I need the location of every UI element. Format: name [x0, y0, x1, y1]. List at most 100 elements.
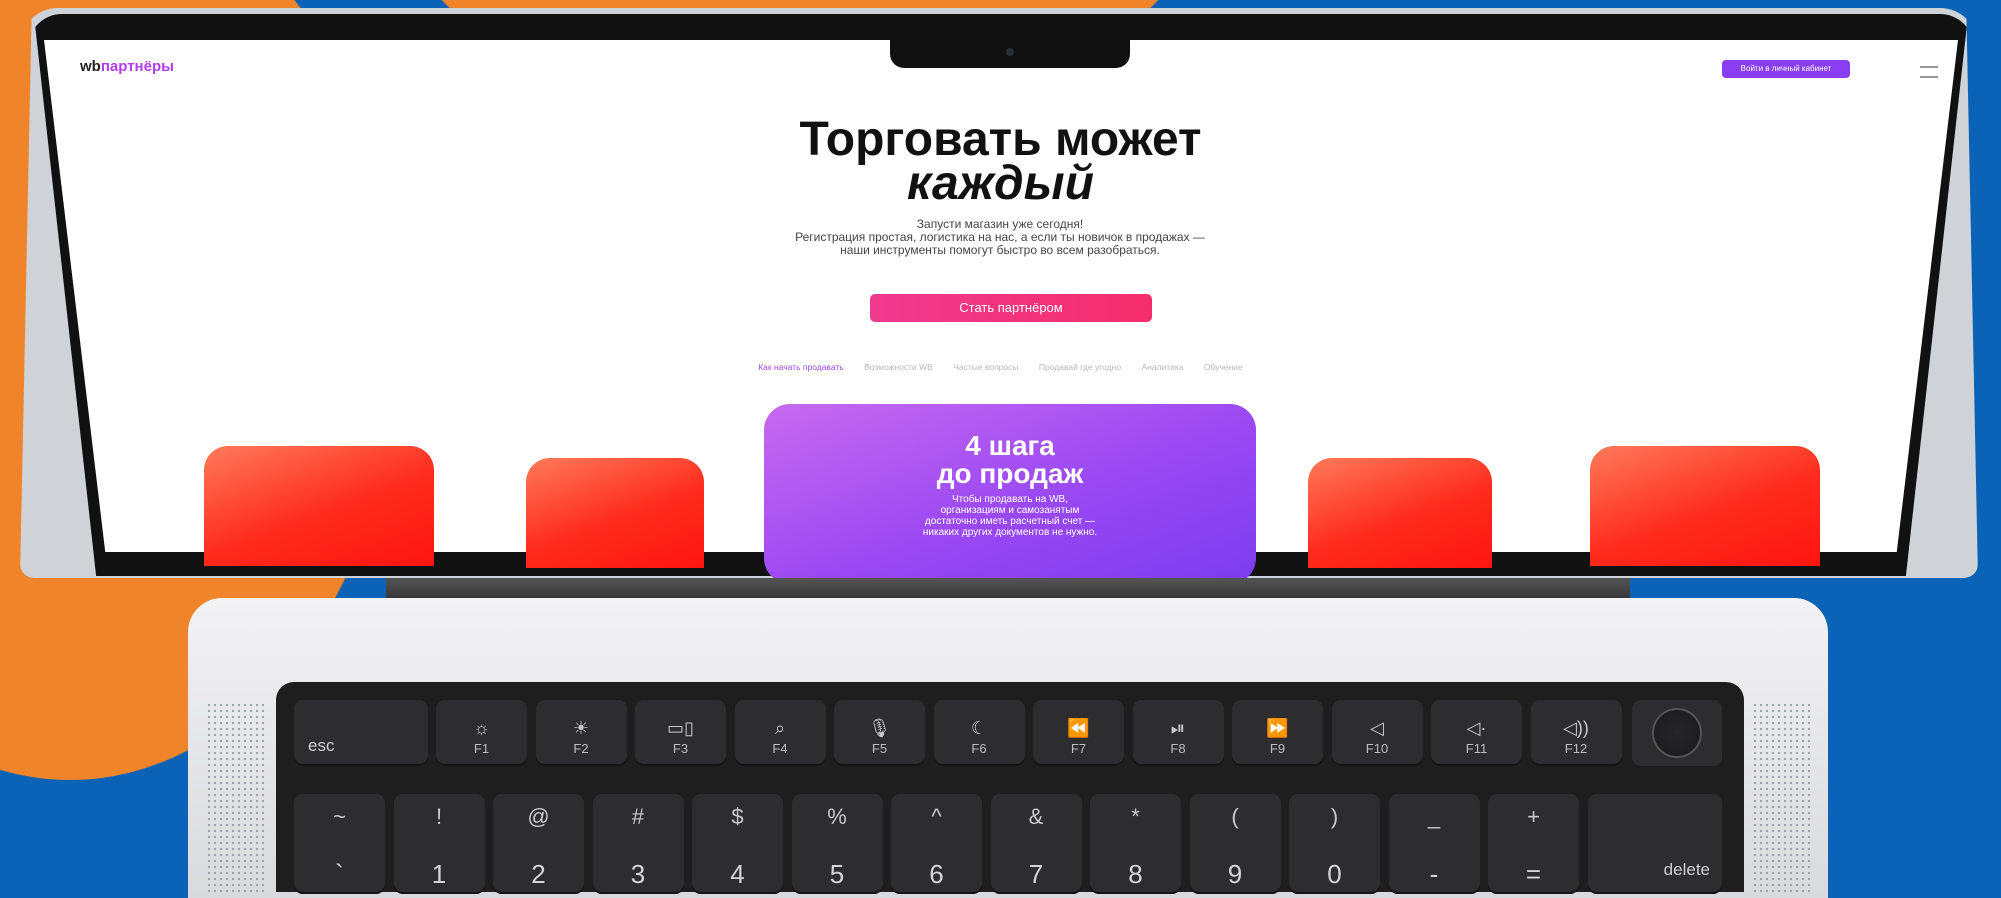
key-row-5[interactable]: % 5 — [791, 794, 883, 894]
speaker-grille-right — [1752, 702, 1810, 892]
key-bottom-symbol: - — [1429, 859, 1439, 889]
key-f10[interactable]: ◁ F10 — [1331, 700, 1423, 766]
key-f8-label: F8 — [1170, 741, 1186, 756]
key-f2-label: F2 — [573, 741, 589, 756]
touch-id-button[interactable] — [1632, 700, 1722, 766]
tab-wb-features[interactable]: Возможности WB — [864, 362, 933, 372]
tab-how-to-start[interactable]: Как начать продавать — [758, 362, 844, 372]
key-row-4[interactable]: $4 — [692, 794, 783, 894]
menu-icon[interactable] — [1920, 66, 1938, 78]
key-row-3[interactable]: #3 — [592, 794, 684, 894]
key-top-symbol: $ — [731, 804, 744, 829]
key-bottom-symbol: 7 — [1028, 859, 1044, 889]
tab-faq[interactable]: Частые вопросы — [953, 362, 1018, 372]
play-pause-icon: ⏯ — [1170, 718, 1186, 738]
key-bottom-symbol: 3 — [630, 859, 646, 889]
rewind-icon: ⏪ — [1067, 718, 1090, 738]
key-f11-label: F11 — [1465, 741, 1488, 756]
key-f10-label: F10 — [1365, 741, 1389, 756]
mute-icon: ◁ — [1370, 718, 1384, 738]
key-bottom-symbol: 4 — [730, 859, 745, 889]
become-partner-button[interactable]: Стать партнёром — [870, 294, 1152, 322]
logo-suffix: партнёры — [100, 58, 174, 75]
key-row-6[interactable]: ^ 6 — [891, 794, 982, 894]
steps-card-title-line1: 4 шага — [965, 430, 1055, 461]
key-f6[interactable]: ☾ F6 — [933, 700, 1025, 766]
red-tile-1 — [204, 446, 434, 566]
key-bottom-symbol: 8 — [1128, 859, 1143, 889]
key-bottom-symbol: 0 — [1327, 859, 1342, 889]
key-f4-label: F4 — [772, 741, 788, 756]
key-esc-label: esc — [308, 736, 335, 755]
key-f7-label: F7 — [1070, 741, 1087, 756]
key-f3[interactable]: ▭▯ F3 — [635, 700, 726, 766]
speaker-grille-left — [206, 702, 264, 892]
key-f1-label: F1 — [473, 741, 490, 756]
volume-up-icon: ◁)) — [1563, 718, 1589, 738]
key-row-=[interactable]: + = — [1488, 794, 1579, 894]
key-delete-label: delete — [1663, 860, 1710, 879]
key-row-7[interactable]: & 7 — [990, 794, 1082, 894]
key-f8[interactable]: ⏯ F8 — [1132, 700, 1224, 766]
key-top-symbol: ^ — [931, 804, 942, 829]
key-top-symbol: @ — [527, 804, 550, 829]
section-tabs: Как начать продавать Возможности WB Част… — [0, 362, 2001, 372]
key-f11[interactable]: ◁· F11 — [1431, 700, 1522, 766]
moon-icon: ☾ — [970, 718, 988, 738]
key-f4[interactable]: ⌕ F4 — [734, 700, 826, 766]
key-f2[interactable]: ☀ F2 — [535, 700, 627, 766]
steps-card-text-line2: организациям и самозанятым — [940, 505, 1080, 516]
key-row--[interactable]: _ - — [1388, 794, 1480, 894]
tab-sell-anywhere[interactable]: Продавай где угодно — [1039, 362, 1121, 372]
steps-card-text: Чтобы продавать на WB, организациям и са… — [764, 494, 1256, 538]
red-tile-4 — [1590, 446, 1820, 566]
brightness-down-icon: ☼ — [473, 718, 490, 738]
key-top-symbol: # — [631, 804, 645, 829]
steps-card-title: 4 шага до продаж — [764, 432, 1256, 488]
tab-learning[interactable]: Обучение — [1204, 362, 1243, 372]
key-f3-label: F3 — [672, 741, 689, 756]
fast-forward-icon: ⏩ — [1266, 718, 1289, 738]
key-f5[interactable]: 🎙 F5 — [834, 700, 925, 766]
key-f9-label: F9 — [1269, 741, 1286, 756]
hero-title: Торговать может каждый — [0, 113, 2001, 210]
tab-analytics[interactable]: Аналитика — [1141, 362, 1183, 372]
key-bottom-symbol: 6 — [929, 859, 944, 889]
steps-card-text-line1: Чтобы продавать на WB, — [952, 494, 1068, 505]
key-bottom-symbol: 1 — [431, 859, 447, 889]
key-f12[interactable]: ◁)) F12 — [1530, 700, 1622, 766]
key-f12-label: F12 — [1564, 741, 1588, 756]
microphone-icon: 🎙 — [868, 718, 891, 738]
login-button[interactable]: Войти в личный кабинет — [1722, 60, 1850, 78]
site-logo[interactable]: wbпартнёры — [80, 58, 174, 75]
key-row-`[interactable]: ~ ` — [294, 794, 385, 894]
hero-title-line1: Торговать может — [799, 113, 1202, 166]
key-f6-label: F6 — [971, 741, 987, 756]
key-delete[interactable]: delete — [1588, 794, 1722, 894]
key-row-8[interactable]: * 8 — [1090, 794, 1181, 894]
key-top-symbol: * — [1131, 804, 1140, 829]
key-bottom-symbol: ` — [335, 859, 344, 889]
key-f1[interactable]: ☼ F1 — [436, 700, 527, 766]
steps-card-title-line2: до продаж — [936, 458, 1084, 489]
key-bottom-symbol: 9 — [1227, 859, 1243, 889]
key-f9[interactable]: ⏩ F9 — [1232, 700, 1323, 766]
fingerprint-icon — [1654, 710, 1700, 756]
key-top-symbol: ~ — [333, 804, 346, 829]
volume-down-icon: ◁· — [1466, 718, 1487, 738]
hero-sub-line3: наши инструменты помогут быстро во всем … — [840, 243, 1160, 257]
key-top-symbol: & — [1028, 804, 1044, 829]
key-row-0[interactable]: ) 0 — [1289, 794, 1380, 894]
camera-icon — [1006, 48, 1014, 56]
key-top-symbol: ) — [1330, 804, 1339, 829]
brightness-up-icon: ☀ — [572, 718, 590, 738]
key-esc[interactable]: esc — [294, 700, 428, 766]
hero-title-line2: каждый — [907, 157, 1094, 210]
key-row-1[interactable]: ! 1 — [393, 794, 485, 894]
steps-card-text-line3: достаточно иметь расчетный счет — — [924, 516, 1096, 527]
key-f7[interactable]: ⏪ F7 — [1033, 700, 1124, 766]
key-row-2[interactable]: @2 — [493, 794, 584, 894]
mission-control-icon: ▭▯ — [667, 718, 694, 738]
key-bottom-symbol: = — [1525, 859, 1542, 889]
key-row-9[interactable]: (9 — [1189, 794, 1281, 894]
